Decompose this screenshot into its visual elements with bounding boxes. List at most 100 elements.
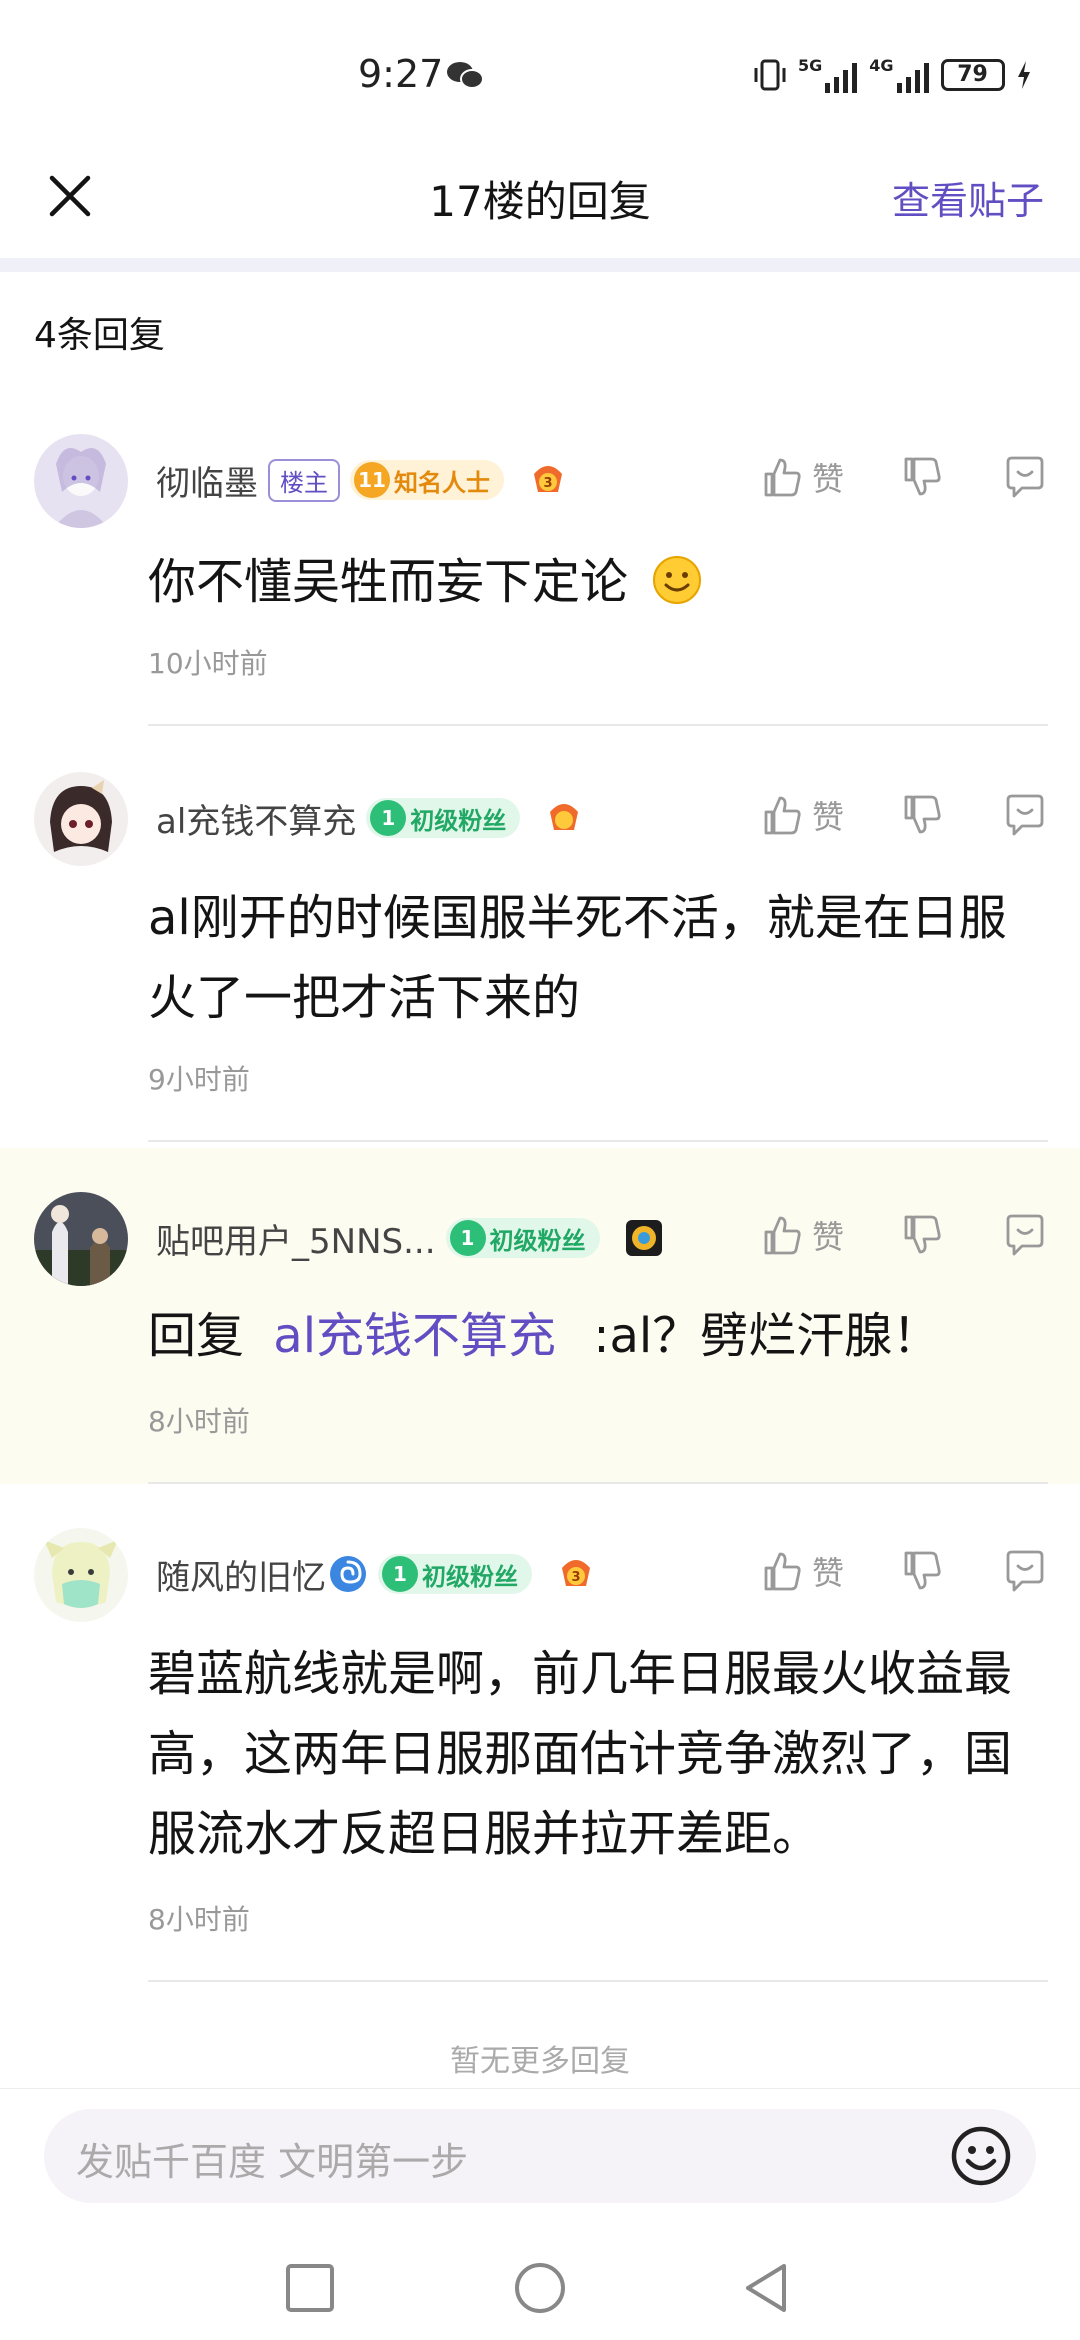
comment-time: 10小时前: [148, 647, 268, 680]
comment-content: al刚开的时候国服半死不活，就是在日服火了一把才活下来的: [148, 890, 1007, 1026]
level-badge: 1 初级粉丝: [445, 1218, 600, 1258]
mention-link[interactable]: al充钱不算充: [273, 1308, 556, 1364]
reply-input[interactable]: 发贴千百度 文明第一步: [44, 2109, 1036, 2203]
reply-prefix: 回复: [148, 1308, 245, 1364]
level-badge: 1 初级粉丝: [366, 798, 521, 838]
signal-bars-icon: [896, 63, 929, 93]
thumbs-down-icon[interactable]: [900, 454, 946, 500]
back-icon[interactable]: [740, 2260, 796, 2316]
comment-item: 贴吧用户_5NNS... 1 初级粉丝 赞 回复 al充钱不算充 :al？劈烂汗…: [0, 1148, 1080, 1484]
cyclone-icon: [330, 1556, 366, 1592]
no-more-replies: 暂无更多回复: [450, 2044, 630, 2079]
thumbs-up-icon: [764, 1552, 801, 1591]
comment-content: 回复 al充钱不算充 :al？劈烂汗腺！: [148, 1296, 1040, 1376]
level-title: 初级粉丝: [489, 1226, 586, 1255]
like-label: 赞: [811, 1218, 844, 1256]
battery-indicator: 79: [940, 58, 1005, 91]
emoji-icon[interactable]: [948, 2123, 1014, 2189]
status-bar: 9:27 5G 4G 79: [0, 0, 1080, 150]
reply-bubble-icon[interactable]: [1002, 792, 1048, 838]
username[interactable]: 贴吧用户_5NNS...: [156, 1214, 436, 1263]
like-button[interactable]: 赞: [760, 1212, 844, 1258]
username[interactable]: al充钱不算充: [156, 794, 356, 843]
divider: [148, 1140, 1048, 1142]
thumbs-up-icon: [764, 1216, 801, 1255]
thumbs-down-icon[interactable]: [900, 792, 946, 838]
reply-input-placeholder: 发贴千百度 文明第一步: [76, 2140, 469, 2184]
comment-text: :al？劈烂汗腺！: [593, 1308, 941, 1364]
vibrate-icon: [754, 59, 786, 90]
smile-emoji-icon: [653, 556, 702, 604]
medal-icon: 3: [562, 1560, 590, 1586]
like-button[interactable]: 赞: [760, 792, 844, 838]
nav-bar: 17楼的回复 查看贴子: [0, 150, 1080, 260]
thumbs-down-icon[interactable]: [900, 1212, 946, 1258]
comment-time: 9小时前: [148, 1063, 250, 1096]
level-gem-icon: 1: [370, 800, 407, 836]
level-gem-icon: 11: [354, 462, 390, 498]
user-row: 彻临墨 楼主 11 知名人士 3: [156, 450, 568, 510]
thumbs-down-icon[interactable]: [900, 1548, 946, 1594]
like-label: 赞: [811, 798, 844, 836]
signal-5g: 5G: [798, 56, 859, 93]
comment-content: 你不懂吴牲而妄下定论: [148, 542, 1040, 622]
comment-text: 你不懂吴牲而妄下定论: [148, 554, 629, 610]
view-post-link[interactable]: 查看贴子: [892, 170, 1044, 225]
comment-item: 彻临墨 楼主 11 知名人士 3 赞 你不懂吴牲而妄下定论 10小时前: [0, 420, 1080, 730]
divider: [148, 1980, 1048, 1982]
level-title: 初级粉丝: [422, 1562, 518, 1591]
thumbs-up-icon: [764, 796, 801, 835]
comment-time: 8小时前: [148, 1405, 250, 1438]
signal-4g: 4G: [869, 56, 930, 93]
thumbs-up-icon: [764, 458, 801, 497]
comment-time: 8小时前: [148, 1903, 250, 1936]
level-gem-icon: 1: [382, 1556, 418, 1592]
avatar[interactable]: [34, 1528, 128, 1622]
level-gem-icon: 1: [449, 1220, 486, 1256]
level-badge: 11 知名人士: [350, 460, 504, 500]
avatar[interactable]: [34, 772, 128, 866]
status-time: 9:27: [358, 52, 444, 96]
level-badge: 1 初级粉丝: [378, 1554, 532, 1594]
battery-level: 79: [957, 62, 988, 87]
gear-medal-icon: [625, 1220, 662, 1256]
username[interactable]: 彻临墨: [156, 456, 258, 505]
charging-icon: [1017, 60, 1030, 89]
medal-icon: 3: [534, 466, 562, 492]
network-type-2: 4G: [869, 56, 894, 75]
username[interactable]: 随风的旧忆: [156, 1550, 326, 1599]
status-icons: 5G 4G 79: [752, 56, 1033, 93]
like-label: 赞: [811, 1554, 844, 1592]
user-row: 随风的旧忆 1 初级粉丝 3: [156, 1544, 596, 1604]
section-divider: [0, 258, 1080, 272]
level-title: 知名人士: [394, 468, 490, 497]
reply-count: 4条回复: [34, 315, 165, 356]
medal-level: 3: [543, 476, 552, 491]
like-label: 赞: [811, 460, 844, 498]
comment-item: al充钱不算充 1 初级粉丝 赞 al刚开的时候国服半死不活，就是在日服火了一把…: [0, 726, 1080, 1146]
system-nav-bar: [0, 2230, 1080, 2340]
reply-bubble-icon[interactable]: [1002, 454, 1048, 500]
comment-actions: 赞: [760, 1548, 1048, 1594]
like-button[interactable]: 赞: [760, 454, 844, 500]
home-icon[interactable]: [512, 2260, 568, 2316]
user-row: al充钱不算充 1 初级粉丝: [156, 788, 584, 848]
reply-bubble-icon[interactable]: [1002, 1548, 1048, 1594]
level-title: 初级粉丝: [410, 806, 507, 835]
wechat-icon: [447, 62, 484, 89]
reply-input-bar: 发贴千百度 文明第一步: [0, 2088, 1080, 2238]
like-button[interactable]: 赞: [760, 1548, 844, 1594]
user-row: 贴吧用户_5NNS... 1 初级粉丝: [156, 1208, 664, 1268]
comment-actions: 赞: [760, 454, 1048, 500]
comment-content: 碧蓝航线就是啊，前几年日服最火收益最高，这两年日服那面估计竞争激烈了，国服流水才…: [148, 1646, 1013, 1862]
avatar[interactable]: [34, 434, 128, 528]
reply-bubble-icon[interactable]: [1002, 1212, 1048, 1258]
avatar[interactable]: [34, 1192, 128, 1286]
comment-item: 随风的旧忆 1 初级粉丝 3 赞 碧蓝航线就是啊，前几年日服最火收益最高，这两年…: [0, 1484, 1080, 1984]
comment-actions: 赞: [760, 792, 1048, 838]
host-badge: 楼主: [268, 458, 340, 502]
medal-icon: [550, 804, 579, 830]
recent-apps-icon[interactable]: [282, 2260, 338, 2316]
network-type-1: 5G: [798, 56, 823, 75]
signal-bars-icon: [825, 63, 858, 93]
